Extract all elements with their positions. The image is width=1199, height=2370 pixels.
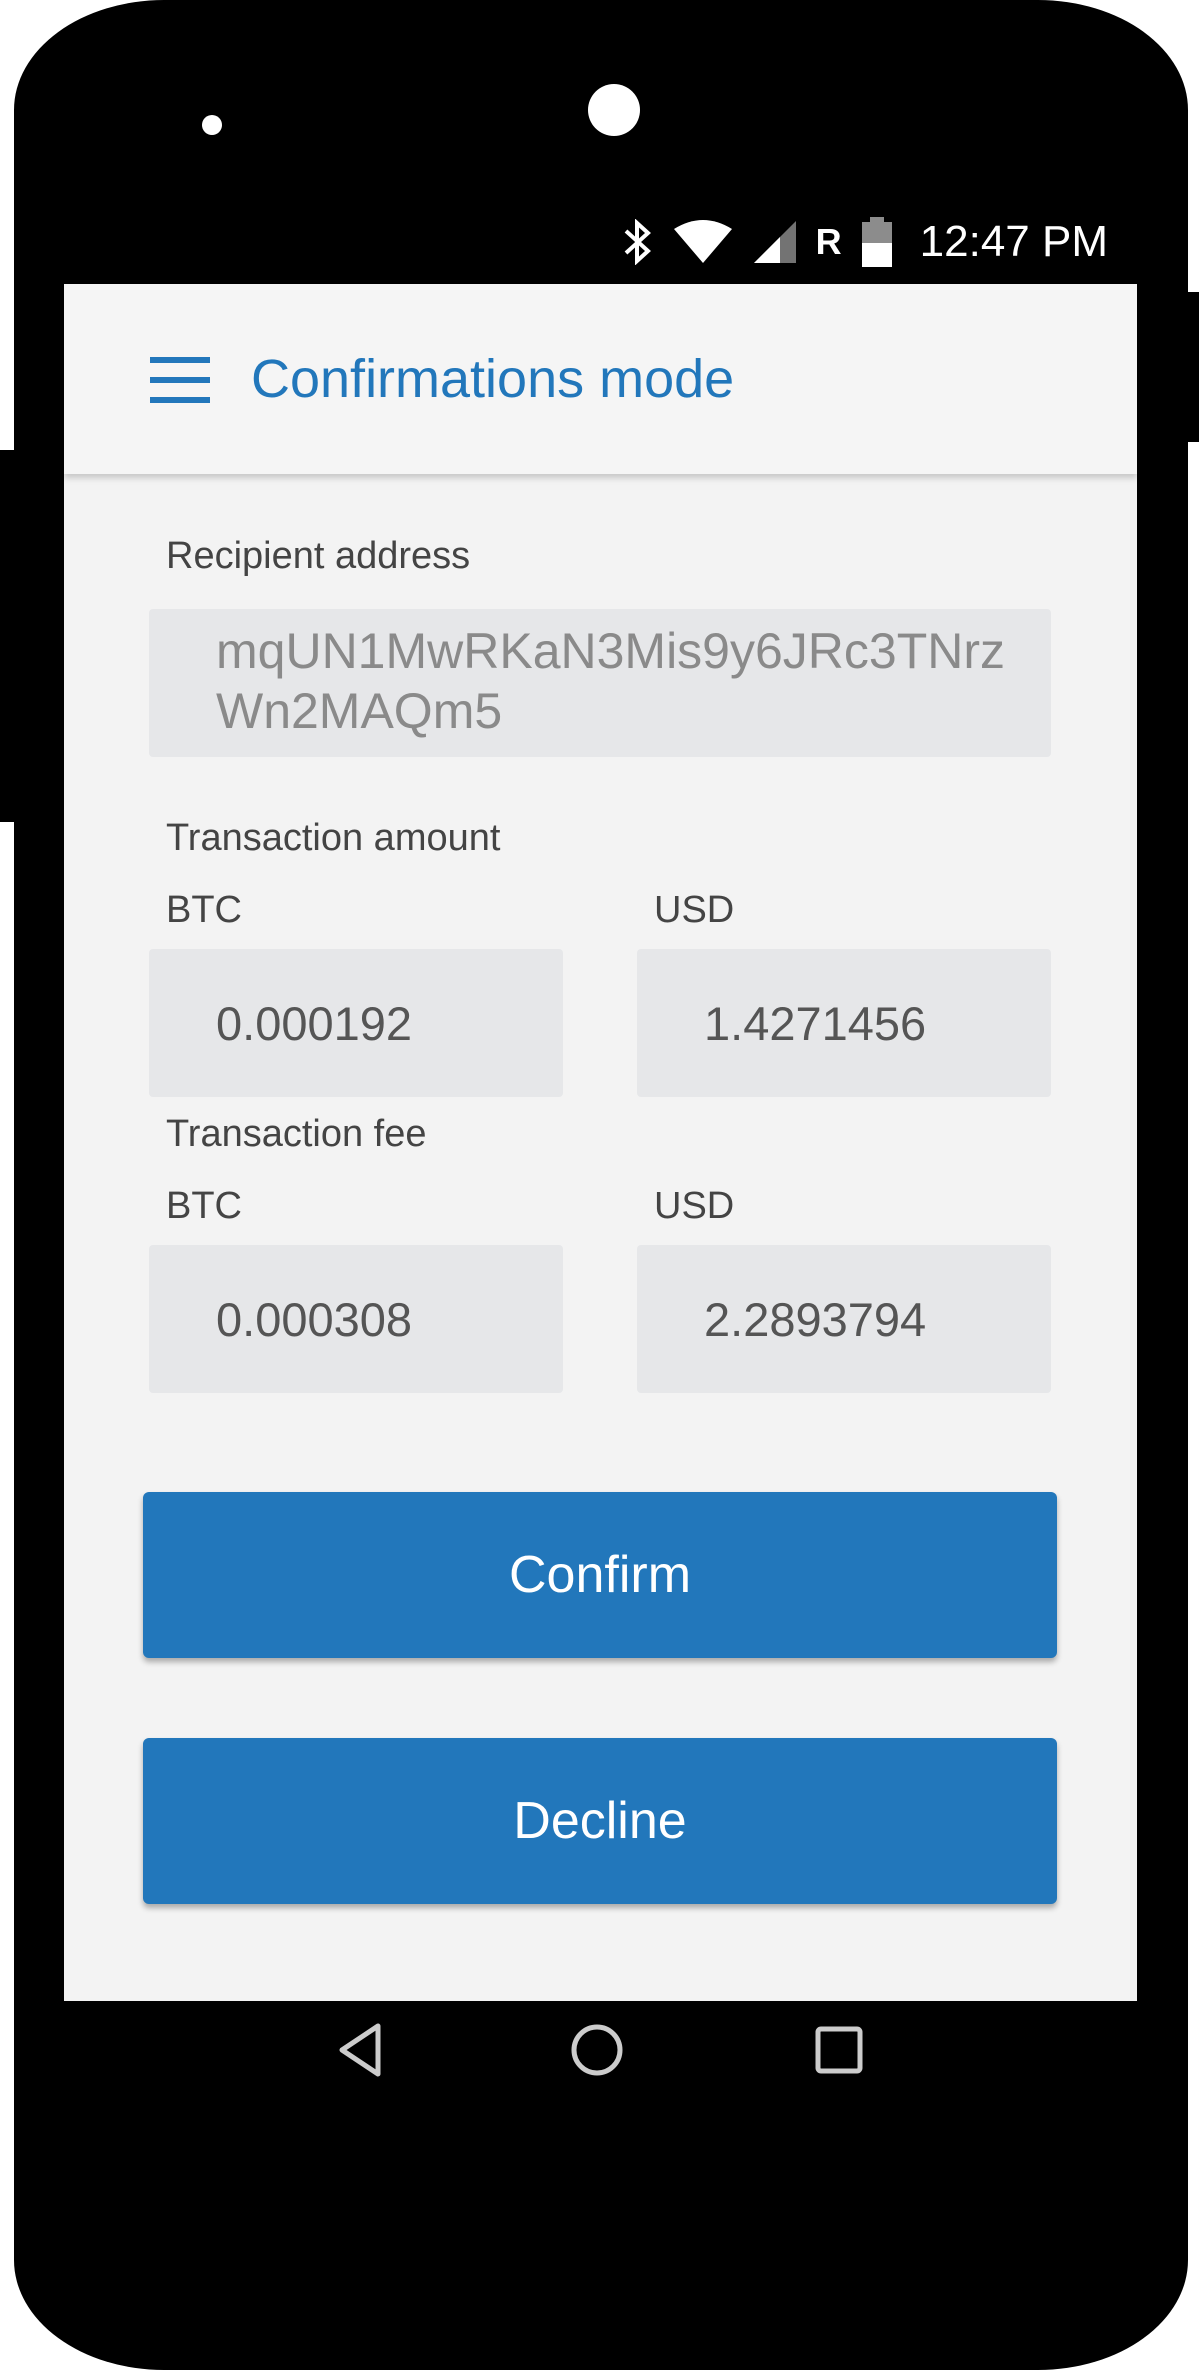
amount-usd-field[interactable]: 1.4271456 xyxy=(637,949,1051,1097)
fee-usd-label: USD xyxy=(654,1185,735,1227)
fee-btc-field[interactable]: 0.000308 xyxy=(149,1245,563,1393)
amount-usd-label: USD xyxy=(654,889,735,931)
amount-usd-value: 1.4271456 xyxy=(704,996,927,1050)
recipient-address-label: Recipient address xyxy=(166,535,471,577)
back-icon[interactable] xyxy=(336,2020,384,2090)
fee-btc-value: 0.000308 xyxy=(216,1292,413,1346)
status-bar: R 12:47 PM xyxy=(622,212,1108,272)
battery-icon xyxy=(860,217,894,267)
recipient-address-field[interactable]: mqUN1MwRKaN3Mis9y6JRc3TNrzWn2MAQm5 xyxy=(149,609,1051,757)
recents-icon[interactable] xyxy=(814,2020,864,2090)
sensor-dot xyxy=(202,115,222,135)
cell-signal-icon xyxy=(752,219,798,265)
roaming-indicator: R xyxy=(815,221,842,262)
page-title: Confirmations mode xyxy=(251,349,735,409)
amount-btc-value: 0.000192 xyxy=(216,996,413,1050)
hamburger-menu-icon[interactable] xyxy=(150,357,210,403)
transaction-fee-label: Transaction fee xyxy=(166,1113,427,1155)
front-camera xyxy=(588,84,640,136)
transaction-amount-label: Transaction amount xyxy=(166,817,501,859)
fee-btc-label: BTC xyxy=(166,1185,242,1227)
fee-usd-field[interactable]: 2.2893794 xyxy=(637,1245,1051,1393)
recipient-address-value: mqUN1MwRKaN3Mis9y6JRc3TNrzWn2MAQm5 xyxy=(216,623,1006,739)
wifi-icon xyxy=(672,219,734,265)
page: R 12:47 PM Confirmations mode Recipient … xyxy=(0,0,1199,2370)
amount-btc-label: BTC xyxy=(166,889,242,931)
app-bar: Confirmations mode xyxy=(64,284,1137,474)
bluetooth-icon xyxy=(622,219,654,265)
app-screen: Confirmations mode Recipient address mqU… xyxy=(64,284,1137,2001)
confirm-button[interactable]: Confirm xyxy=(143,1492,1057,1658)
status-time: 12:47 PM xyxy=(919,217,1108,266)
fee-usd-value: 2.2893794 xyxy=(704,1292,927,1346)
home-icon[interactable] xyxy=(569,2020,625,2090)
amount-btc-field[interactable]: 0.000192 xyxy=(149,949,563,1097)
decline-button[interactable]: Decline xyxy=(143,1738,1057,1904)
